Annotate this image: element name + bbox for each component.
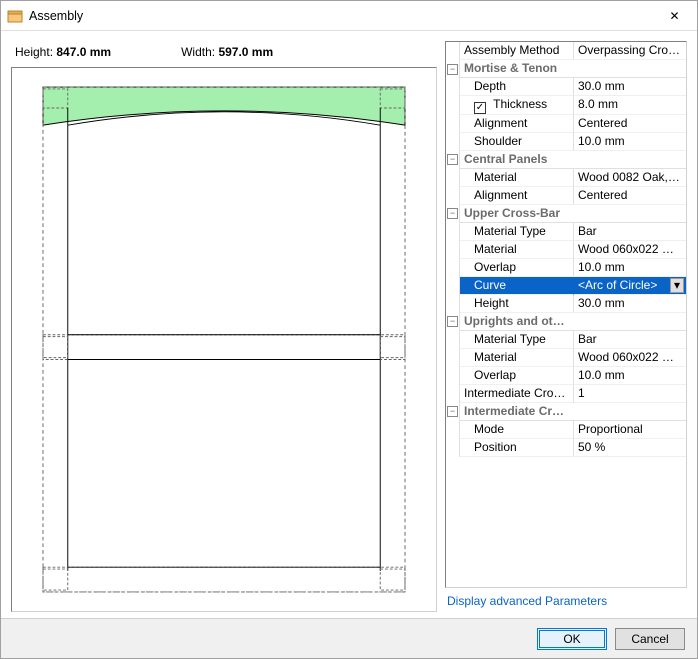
prop-up-material-type[interactable]: Material Type Bar	[446, 331, 686, 349]
prop-up-overlap[interactable]: Overlap 10.0 mm	[446, 367, 686, 385]
width-label: Width:	[181, 45, 215, 59]
group-title: Intermediate Cross-Bar	[460, 403, 574, 421]
prop-thickness[interactable]: ✓ Thickness 8.0 mm	[446, 96, 686, 115]
prop-label: Assembly Method	[460, 42, 574, 60]
prop-ucb-overlap[interactable]: Overlap 10.0 mm	[446, 259, 686, 277]
collapse-icon[interactable]: −	[447, 64, 458, 75]
prop-label: Curve	[460, 277, 574, 295]
assembly-preview	[11, 67, 437, 612]
close-icon: ✕	[669, 9, 679, 23]
prop-cp-material[interactable]: Material Wood 0082 Oak, 8.0	[446, 169, 686, 187]
prop-label: Height	[460, 295, 574, 313]
group-upper-cross-bar[interactable]: − Upper Cross-Bar	[446, 205, 686, 223]
prop-label: ✓ Thickness	[460, 96, 574, 115]
prop-cp-alignment[interactable]: Alignment Centered	[446, 187, 686, 205]
advanced-parameters-link[interactable]: Display advanced Parameters	[445, 588, 687, 612]
prop-value[interactable]: Overpassing Cross-...	[574, 42, 686, 60]
titlebar: Assembly ✕	[1, 1, 697, 31]
group-central-panels[interactable]: − Central Panels	[446, 151, 686, 169]
prop-label: Depth	[460, 78, 574, 96]
assembly-dialog: Assembly ✕ Height: 847.0 mm Width: 597.0…	[0, 0, 698, 659]
prop-ucb-height[interactable]: Height 30.0 mm	[446, 295, 686, 313]
prop-label: Alignment	[460, 115, 574, 133]
cancel-button[interactable]: Cancel	[615, 628, 685, 650]
prop-value[interactable]: Wood 0082 Oak, 8.0	[574, 169, 686, 187]
prop-label: Material Type	[460, 331, 574, 349]
prop-label: Overlap	[460, 367, 574, 385]
property-grid: Assembly Method Overpassing Cross-... − …	[445, 41, 687, 588]
collapse-icon[interactable]: −	[447, 154, 458, 165]
prop-up-material[interactable]: Material Wood 060x022 Wal...	[446, 349, 686, 367]
prop-ucb-curve[interactable]: Curve <Arc of Circle> ▾	[446, 277, 686, 295]
prop-value[interactable]: 10.0 mm	[574, 367, 686, 385]
group-intermediate-cross-bar[interactable]: − Intermediate Cross-Bar	[446, 403, 686, 421]
prop-value[interactable]: 30.0 mm	[574, 78, 686, 96]
group-title: Uprights and other Cross-Bars	[460, 313, 574, 331]
collapse-icon[interactable]: −	[447, 208, 458, 219]
group-uprights[interactable]: − Uprights and other Cross-Bars	[446, 313, 686, 331]
width-readout: Width: 597.0 mm	[181, 45, 273, 59]
collapse-icon[interactable]: −	[447, 406, 458, 417]
prop-value[interactable]: 30.0 mm	[574, 295, 686, 313]
right-pane: Assembly Method Overpassing Cross-... − …	[445, 41, 687, 612]
width-value: 597.0 mm	[218, 45, 273, 59]
group-title: Upper Cross-Bar	[460, 205, 574, 223]
prop-label: Material	[460, 349, 574, 367]
prop-value[interactable]: 10.0 mm	[574, 133, 686, 151]
prop-icb-mode[interactable]: Mode Proportional	[446, 421, 686, 439]
prop-value[interactable]: 8.0 mm	[574, 96, 686, 115]
prop-value[interactable]: 10.0 mm	[574, 259, 686, 277]
height-label: Height:	[15, 45, 53, 59]
prop-value[interactable]: Wood 060x022 Wal...	[574, 349, 686, 367]
prop-label: Intermediate Cross-Bar	[460, 385, 574, 403]
prop-shoulder[interactable]: Shoulder 10.0 mm	[446, 133, 686, 151]
height-value: 847.0 mm	[56, 45, 111, 59]
collapse-icon[interactable]: −	[447, 316, 458, 327]
prop-mt-alignment[interactable]: Alignment Centered	[446, 115, 686, 133]
prop-icb-position[interactable]: Position 50 %	[446, 439, 686, 457]
prop-label: Material	[460, 169, 574, 187]
dimensions-readout: Height: 847.0 mm Width: 597.0 mm	[11, 41, 437, 67]
prop-label: Shoulder	[460, 133, 574, 151]
prop-label: Position	[460, 439, 574, 457]
left-pane: Height: 847.0 mm Width: 597.0 mm	[11, 41, 437, 612]
prop-intermediate-count[interactable]: Intermediate Cross-Bar 1	[446, 385, 686, 403]
prop-value[interactable]: Bar	[574, 223, 686, 241]
prop-label: Overlap	[460, 259, 574, 277]
dropdown-arrow-icon[interactable]: ▾	[670, 278, 684, 293]
prop-label: Material Type	[460, 223, 574, 241]
checkbox-icon[interactable]: ✓	[474, 102, 486, 114]
prop-value[interactable]: Wood 060x022 Wal...	[574, 241, 686, 259]
prop-value[interactable]: Centered	[574, 115, 686, 133]
prop-label: Alignment	[460, 187, 574, 205]
dialog-footer: OK Cancel	[1, 618, 697, 658]
window-title: Assembly	[29, 9, 652, 23]
prop-ucb-material[interactable]: Material Wood 060x022 Wal...	[446, 241, 686, 259]
prop-value[interactable]: Centered	[574, 187, 686, 205]
close-button[interactable]: ✕	[652, 1, 697, 31]
ok-button[interactable]: OK	[537, 628, 607, 650]
prop-label: Mode	[460, 421, 574, 439]
prop-value[interactable]: 1	[574, 385, 686, 403]
prop-label: Material	[460, 241, 574, 259]
dialog-body: Height: 847.0 mm Width: 597.0 mm	[1, 31, 697, 618]
prop-depth[interactable]: Depth 30.0 mm	[446, 78, 686, 96]
prop-value[interactable]: Proportional	[574, 421, 686, 439]
prop-assembly-method[interactable]: Assembly Method Overpassing Cross-...	[446, 42, 686, 60]
group-title: Central Panels	[460, 151, 574, 169]
prop-value[interactable]: 50 %	[574, 439, 686, 457]
preview-svg	[12, 68, 436, 611]
height-readout: Height: 847.0 mm	[15, 45, 111, 59]
group-title: Mortise & Tenon	[460, 60, 574, 78]
group-mortise-tenon[interactable]: − Mortise & Tenon	[446, 60, 686, 78]
prop-ucb-material-type[interactable]: Material Type Bar	[446, 223, 686, 241]
prop-value[interactable]: <Arc of Circle> ▾	[574, 277, 686, 295]
assembly-icon	[7, 8, 23, 24]
prop-value[interactable]: Bar	[574, 331, 686, 349]
